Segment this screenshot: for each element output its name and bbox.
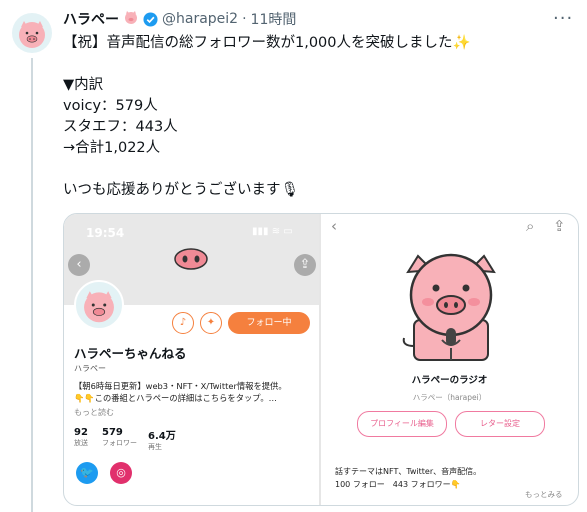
left-screenshot: 19:54 ▮▮▮ ≋ ▭ ‹ ⇪ ♪ ✦ フォロー中 ハラペーちゃんねる ハラ… <box>64 214 319 505</box>
pig-nose-icon <box>174 248 208 270</box>
stat-value: 6.4万 <box>148 431 176 442</box>
stat-label: フォロワー <box>102 439 137 447</box>
share-icon[interactable]: ⇪ <box>553 217 566 235</box>
read-more-link[interactable]: もっと読む <box>74 407 114 418</box>
handle[interactable]: @harapei2 <box>162 11 238 27</box>
avatar[interactable] <box>12 13 52 53</box>
stat-plays: 6.4万 再生 <box>148 427 176 452</box>
channel-name: ハラペーちゃんねる <box>74 346 187 361</box>
tweet-media-image[interactable]: 19:54 ▮▮▮ ≋ ▭ ‹ ⇪ ♪ ✦ フォロー中 ハラペーちゃんねる ハラ… <box>63 213 579 506</box>
status-time: 19:54 <box>86 226 125 240</box>
stat-followers: 579 フォロワー <box>102 427 137 448</box>
pig-avatar-icon <box>84 291 114 323</box>
back-icon[interactable]: ‹ <box>68 254 90 276</box>
following-button[interactable]: フォロー中 <box>228 312 310 334</box>
radio-sub: ハラペー（harapei） <box>412 393 487 402</box>
tweet-text: 【祝】音声配信の総フォロワー数が1,000人を突破しました✨ ▼内訳 voicy… <box>63 35 471 198</box>
display-name[interactable]: ハラペー <box>63 9 119 29</box>
instagram-icon[interactable]: ◎ <box>110 462 132 484</box>
radio-name: ハラペーのラジオ <box>411 375 488 386</box>
radio-bio: 話すテーマはNFT、Twitter、音声配信。 100 フォロー 443 フォロ… <box>335 467 482 489</box>
edit-profile-button[interactable]: プロフィール編集 <box>357 411 447 437</box>
pig-mascot-icon <box>402 253 496 361</box>
more-options-icon[interactable]: ··· <box>553 8 573 29</box>
stat-value: 92 <box>74 427 88 438</box>
see-more-link[interactable]: もっとみる <box>525 489 563 500</box>
stat-broadcasts: 92 放送 <box>74 427 88 448</box>
channel-bio: 【朝6時毎日更新】web3・NFT・X/Twitter情報を提供。 👇👇この番組… <box>74 381 287 403</box>
gift-icon[interactable]: ✦ <box>200 312 222 334</box>
bell-icon[interactable]: ♪ <box>172 312 194 334</box>
channel-sub: ハラペー <box>74 364 106 373</box>
twitter-icon[interactable]: 🐦 <box>76 462 98 484</box>
stat-label: 放送 <box>74 439 88 447</box>
tweet-header: ハラペー @harapei2 · 11時間 <box>63 9 296 29</box>
share-icon[interactable]: ⇪ <box>294 254 316 276</box>
back-icon[interactable]: ‹ <box>331 217 337 235</box>
stat-label: 再生 <box>148 443 162 451</box>
stat-value: 579 <box>102 427 123 438</box>
thread-line <box>31 58 33 512</box>
pig-emoji-icon <box>123 10 139 28</box>
pig-avatar-icon <box>19 21 45 48</box>
verified-badge-icon <box>143 11 158 27</box>
separator: · <box>242 11 247 27</box>
letter-settings-button[interactable]: レター設定 <box>455 411 545 437</box>
search-icon[interactable]: ⌕ <box>526 217 534 235</box>
status-icons: ▮▮▮ ≋ ▭ <box>252 226 293 237</box>
right-screenshot: ‹ ⌕ ⇪ ハラペーのラジオ ハラペー（harapei） プロフィール編集 レタ… <box>321 214 578 505</box>
timestamp[interactable]: 11時間 <box>251 9 297 29</box>
channel-avatar <box>74 280 124 330</box>
